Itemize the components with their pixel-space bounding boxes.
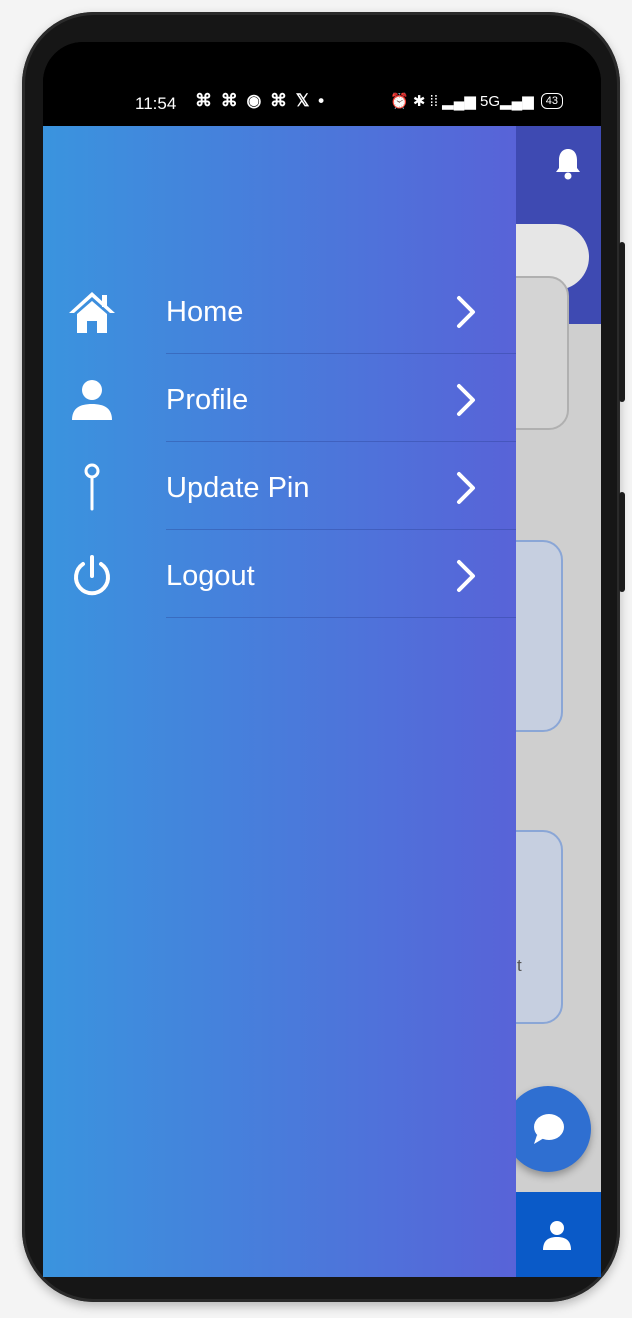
chevron-right-icon <box>453 294 479 335</box>
battery-icon: 43 <box>540 93 563 109</box>
screen: 11:54 ⌘ ⌘ ◉ ⌘ 𝕏 • ⏰ ✱ ⁞⁞ ▂▄▆ 5G▂▄▆ 43 t … <box>43 42 601 1277</box>
drawer-item-home[interactable]: Home <box>43 266 516 354</box>
drawer-item-label: Profile <box>166 384 249 416</box>
divider <box>166 616 516 618</box>
bottom-nav-profile[interactable] <box>513 1192 601 1277</box>
phone-frame: 11:54 ⌘ ⌘ ◉ ⌘ 𝕏 • ⏰ ✱ ⁞⁞ ▂▄▆ 5G▂▄▆ 43 t … <box>22 12 625 1302</box>
power-icon <box>67 552 117 600</box>
chat-icon <box>534 1114 564 1144</box>
status-bar: 11:54 ⌘ ⌘ ◉ ⌘ 𝕏 • ⏰ ✱ ⁞⁞ ▂▄▆ 5G▂▄▆ 43 <box>43 42 601 126</box>
system-icons: ⏰ ✱ ⁞⁞ ▂▄▆ 5G▂▄▆ <box>390 93 534 110</box>
drawer-menu: Home Profile Update Pin Logout <box>43 266 516 618</box>
home-icon <box>67 288 117 336</box>
bell-icon[interactable] <box>553 146 583 185</box>
volume-button <box>619 242 625 402</box>
navigation-drawer: Home Profile Update Pin Logout <box>43 126 516 1277</box>
drawer-item-logout[interactable]: Logout <box>43 530 516 618</box>
notification-icons: ⌘ ⌘ ◉ ⌘ 𝕏 • <box>195 91 327 110</box>
drawer-item-profile[interactable]: Profile <box>43 354 516 442</box>
power-button <box>619 492 625 592</box>
drawer-item-update-pin[interactable]: Update Pin <box>43 442 516 530</box>
chevron-right-icon <box>453 382 479 423</box>
drawer-item-label: Home <box>166 296 244 328</box>
pin-icon <box>67 463 117 512</box>
drawer-item-label: Logout <box>166 560 255 592</box>
drawer-item-label: Update Pin <box>166 472 310 504</box>
user-icon <box>543 1220 571 1250</box>
status-time: 11:54 <box>135 94 177 113</box>
chevron-right-icon <box>453 470 479 511</box>
chevron-right-icon <box>453 558 479 599</box>
status-right-icons: ⏰ ✱ ⁞⁞ ▂▄▆ 5G▂▄▆ 43 <box>390 92 563 110</box>
user-icon <box>67 376 117 424</box>
card-text: t <box>517 956 522 975</box>
chat-button[interactable] <box>505 1086 591 1172</box>
